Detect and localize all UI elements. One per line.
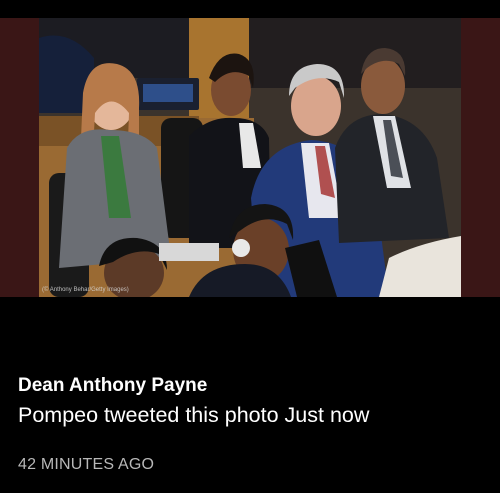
news-photo[interactable]: (© Anthony Behar/Getty Images) [39,18,461,297]
photo-illustration [39,18,461,297]
post-headline[interactable]: Pompeo tweeted this photo Just now [18,400,488,430]
post-caption[interactable]: Dean Anthony Payne Pompeo tweeted this p… [18,374,488,430]
author-name[interactable]: Dean Anthony Payne [18,374,488,398]
top-bar [0,0,500,18]
post-timestamp: 42 MINUTES AGO [18,456,155,473]
photo-credit: (© Anthony Behar/Getty Images) [42,287,129,293]
news-card[interactable]: (© Anthony Behar/Getty Images) Dean Anth… [0,0,500,493]
